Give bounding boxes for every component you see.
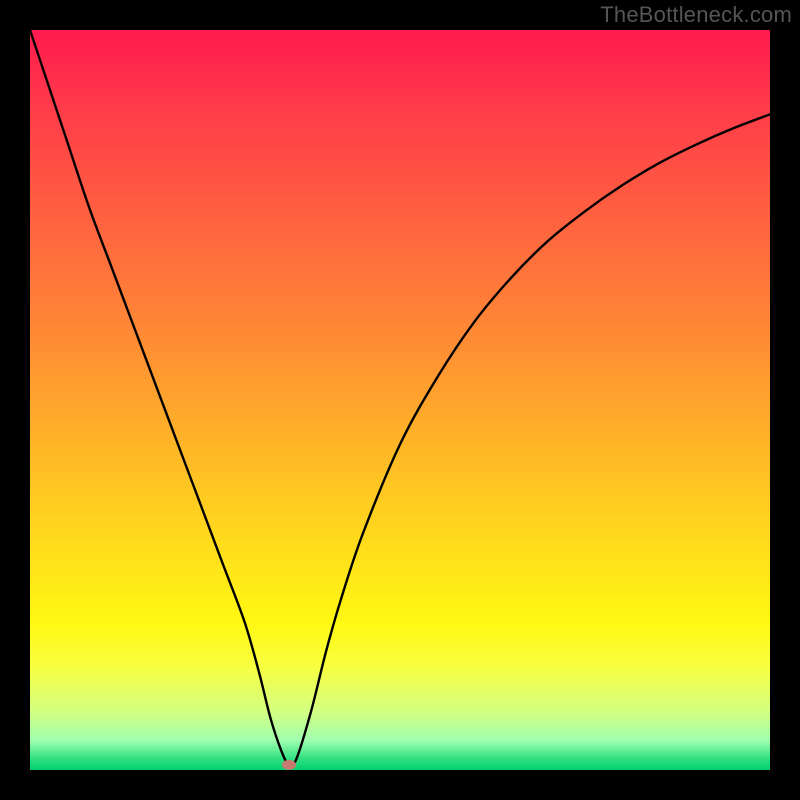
minimum-marker <box>282 760 296 770</box>
bottleneck-curve <box>30 30 770 766</box>
curve-layer <box>30 30 770 770</box>
plot-area <box>30 30 770 770</box>
watermark-text: TheBottleneck.com <box>600 2 792 28</box>
chart-frame: TheBottleneck.com <box>0 0 800 800</box>
